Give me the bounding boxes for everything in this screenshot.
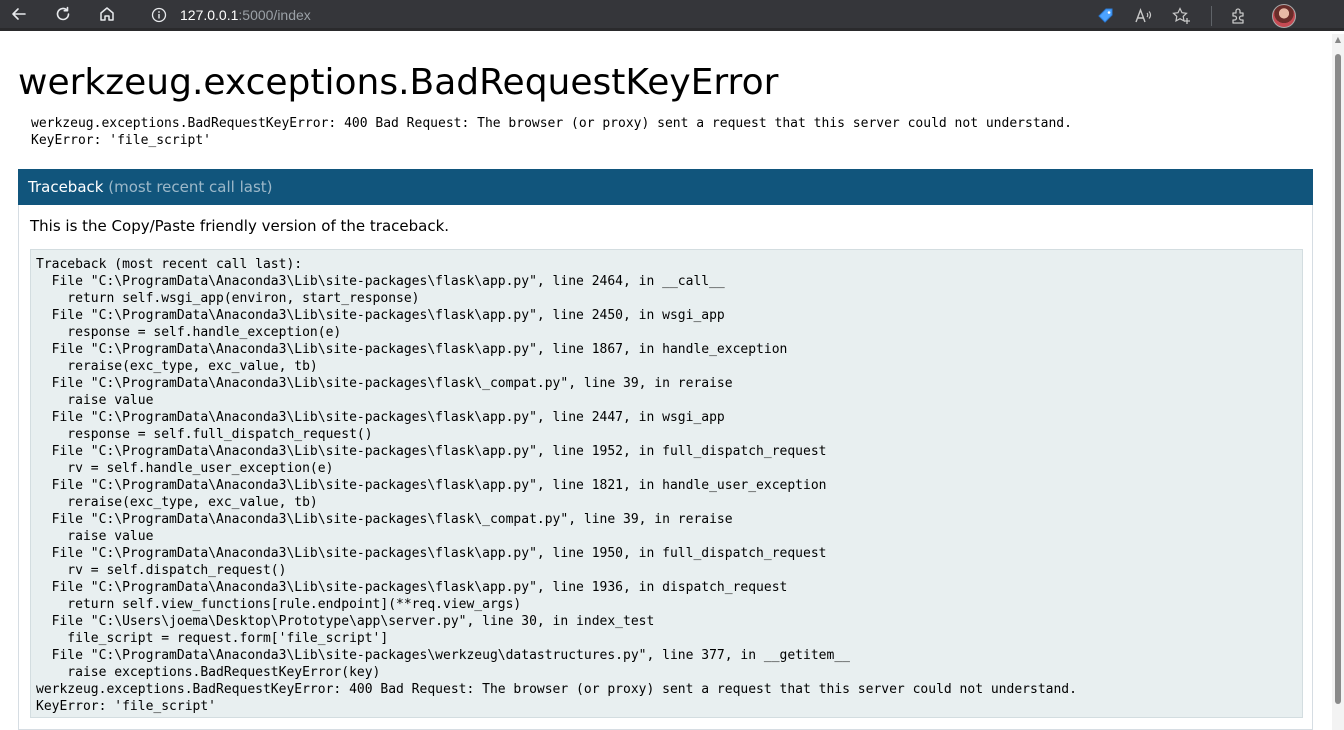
url-host: 127.0.0.1: [180, 7, 239, 23]
traceback-line: File "C:\ProgramData\Anaconda3\Lib\site-…: [36, 274, 725, 289]
plain-traceback-box[interactable]: Traceback (most recent call last): File …: [30, 249, 1303, 718]
traceback-line: raise value: [36, 393, 154, 408]
error-message-line2: KeyError: 'file_script': [31, 133, 212, 148]
traceback-line: File "C:\ProgramData\Anaconda3\Lib\site-…: [36, 444, 827, 459]
traceback-line: File "C:\Users\joema\Desktop\Prototype\a…: [36, 614, 655, 629]
coupon-tag-icon[interactable]: [1093, 3, 1119, 29]
traceback-line: File "C:\ProgramData\Anaconda3\Lib\site-…: [36, 410, 725, 425]
traceback-line: KeyError: 'file_script': [36, 699, 217, 714]
traceback-line: File "C:\ProgramData\Anaconda3\Lib\site-…: [36, 546, 827, 561]
site-info-icon[interactable]: [148, 4, 170, 26]
url-text[interactable]: 127.0.0.1:5000/index: [180, 7, 311, 23]
traceback-header: Traceback (most recent call last): [18, 169, 1313, 205]
traceback-line: file_script = request.form['file_script'…: [36, 631, 389, 646]
traceback-line: reraise(exc_type, exc_value, tb): [36, 359, 318, 374]
traceback-line: raise exceptions.BadRequestKeyError(key): [36, 665, 381, 680]
plain-traceback-text[interactable]: Traceback (most recent call last): File …: [31, 250, 1302, 721]
traceback-line: File "C:\ProgramData\Anaconda3\Lib\site-…: [36, 512, 733, 527]
traceback-line: File "C:\ProgramData\Anaconda3\Lib\site-…: [36, 580, 788, 595]
traceback-line: File "C:\ProgramData\Anaconda3\Lib\site-…: [36, 478, 827, 493]
traceback-line: return self.wsgi_app(environ, start_resp…: [36, 291, 420, 306]
browser-toolbar: 127.0.0.1:5000/index: [0, 0, 1344, 31]
traceback-line: return self.view_functions[rule.endpoint…: [36, 597, 522, 612]
error-message-line1: werkzeug.exceptions.BadRequestKeyError: …: [31, 116, 1072, 131]
back-arrow-icon[interactable]: [8, 3, 30, 25]
traceback-subtitle: (most recent call last): [108, 178, 273, 196]
traceback-title: Traceback: [28, 178, 104, 196]
copy-paste-explanation: This is the Copy/Paste friendly version …: [30, 217, 450, 235]
extensions-icon[interactable]: [1226, 3, 1252, 29]
reload-icon[interactable]: [52, 3, 74, 25]
profile-avatar[interactable]: [1272, 3, 1296, 28]
traceback-line: Traceback (most recent call last):: [36, 257, 303, 272]
add-favorite-icon[interactable]: [1169, 3, 1195, 29]
traceback-line: raise value: [36, 529, 154, 544]
address-bar[interactable]: 127.0.0.1:5000/index: [142, 2, 1142, 28]
home-icon[interactable]: [96, 3, 118, 25]
toolbar-divider: [1211, 5, 1212, 26]
traceback-line: File "C:\ProgramData\Anaconda3\Lib\site-…: [36, 342, 788, 357]
traceback-body: This is the Copy/Paste friendly version …: [18, 205, 1313, 730]
traceback-line: werkzeug.exceptions.BadRequestKeyError: …: [36, 682, 1077, 697]
traceback-line: File "C:\ProgramData\Anaconda3\Lib\site-…: [36, 308, 725, 323]
scrollbar-thumb[interactable]: [1335, 54, 1341, 704]
scroll-up-arrow-icon[interactable]: ▲: [1334, 36, 1342, 44]
traceback-line: response = self.handle_exception(e): [36, 325, 342, 340]
traceback-line: reraise(exc_type, exc_value, tb): [36, 495, 318, 510]
page-title: werkzeug.exceptions.BadRequestKeyError: [18, 62, 779, 103]
traceback-line: rv = self.dispatch_request(): [36, 563, 287, 578]
traceback-line: File "C:\ProgramData\Anaconda3\Lib\site-…: [36, 376, 733, 391]
error-message: werkzeug.exceptions.BadRequestKeyError: …: [31, 115, 1072, 149]
traceback-line: response = self.full_dispatch_request(): [36, 427, 373, 442]
traceback-line: File "C:\ProgramData\Anaconda3\Lib\site-…: [36, 648, 850, 663]
traceback-line: rv = self.handle_user_exception(e): [36, 461, 334, 476]
read-aloud-icon[interactable]: [1131, 3, 1157, 29]
url-path: :5000/index: [238, 7, 311, 23]
